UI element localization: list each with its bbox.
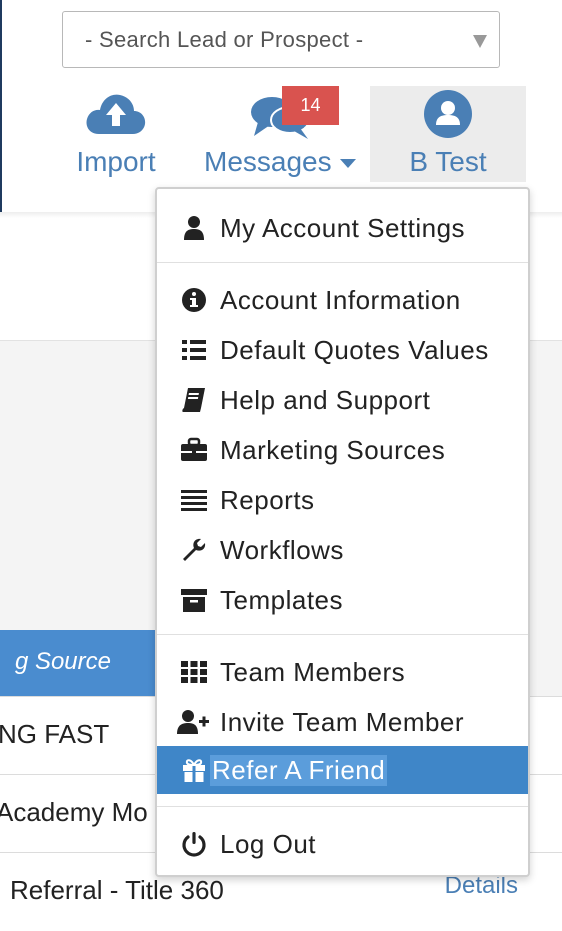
caret-down-icon — [339, 159, 356, 169]
gift-icon — [183, 759, 205, 782]
user-icon — [184, 216, 204, 240]
row-cell: Academy Mo — [0, 797, 148, 827]
search-placeholder: - Search Lead or Prospect - — [85, 27, 364, 52]
menu-item-label: Refer A Friend — [210, 755, 388, 786]
row-cell: NG FAST — [0, 719, 110, 749]
menu-item-label: Templates — [220, 585, 343, 615]
book-icon — [182, 388, 205, 412]
briefcase-icon — [181, 437, 207, 461]
import-label: Import — [76, 146, 156, 177]
messages-label-wrap: Messages — [204, 146, 378, 178]
menu-item-label: Workflows — [220, 535, 344, 565]
messages-label: Messages — [204, 146, 332, 177]
list-icon — [182, 340, 206, 360]
column-header-label: g Source — [14, 648, 111, 675]
menu-item-reports[interactable]: Reports — [157, 476, 528, 524]
menu-item-label: Reports — [220, 485, 315, 515]
table-column-header[interactable]: g Source — [0, 630, 155, 696]
menu-item-marketing-sources[interactable]: Marketing Sources — [157, 426, 528, 474]
menu-item-label: Invite Team Member — [220, 707, 465, 737]
grid-icon — [181, 661, 207, 683]
menu-item-label: Marketing Sources — [220, 435, 446, 465]
menu-item-label: Help and Support — [220, 385, 431, 415]
user-icon — [436, 101, 460, 125]
menu-item-log-out[interactable]: Log Out — [157, 820, 528, 868]
wrench-icon — [183, 538, 206, 561]
user-plus-icon — [177, 710, 209, 734]
menu-item-label: Team Members — [220, 657, 406, 687]
menu-item-invite-team-member[interactable]: Invite Team Member — [157, 698, 528, 746]
search-lead-select[interactable]: - Search Lead or Prospect - — [62, 11, 500, 68]
chevron-down-icon — [473, 35, 487, 48]
user-dropdown-menu: My Account Settings Account Information … — [155, 187, 530, 877]
user-menu-button[interactable]: B Test — [370, 86, 526, 182]
messages-count-badge: 14 — [282, 86, 339, 125]
menu-item-default-quotes-values[interactable]: Default Quotes Values — [157, 326, 528, 374]
user-name-label: B Test — [409, 146, 487, 177]
menu-item-help-and-support[interactable]: Help and Support — [157, 376, 528, 424]
menu-item-account-information[interactable]: Account Information — [157, 276, 528, 324]
menu-divider — [157, 262, 528, 263]
menu-item-label: Account Information — [220, 285, 461, 315]
menu-item-label: Default Quotes Values — [220, 335, 489, 365]
menu-item-label: My Account Settings — [220, 213, 466, 243]
menu-divider — [157, 634, 528, 635]
menu-divider — [157, 806, 528, 807]
avatar — [424, 90, 472, 138]
menu-item-my-account-settings[interactable]: My Account Settings — [157, 204, 528, 252]
menu-item-team-members[interactable]: Team Members — [157, 648, 528, 696]
menu-item-refer-a-friend[interactable]: Refer A Friend — [157, 746, 528, 794]
cloud-upload-icon — [86, 94, 146, 134]
row-cell: Referral - Title 360 — [10, 875, 224, 905]
power-icon — [182, 832, 206, 857]
archive-icon — [181, 589, 207, 612]
menu-item-templates[interactable]: Templates — [157, 576, 528, 624]
menu-item-workflows[interactable]: Workflows — [157, 526, 528, 574]
bars-icon — [181, 490, 207, 511]
info-circle-icon — [182, 288, 206, 312]
left-accent-bar — [0, 0, 2, 212]
menu-item-label: Log Out — [220, 829, 317, 859]
